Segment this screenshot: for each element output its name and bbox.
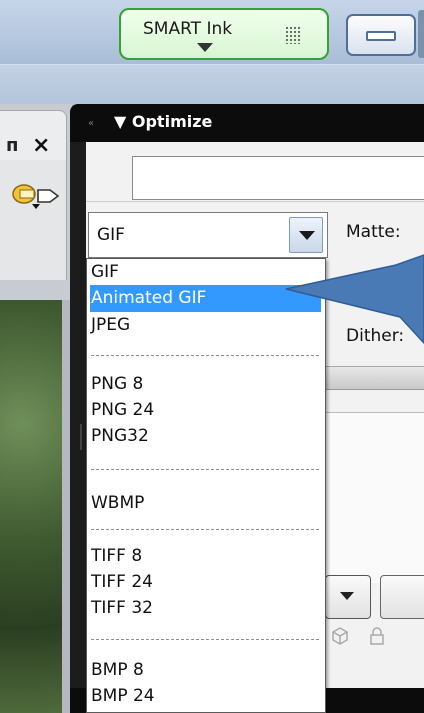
callout-arrow (285, 254, 424, 345)
bottom-select-button[interactable] (325, 575, 371, 619)
pen-icon[interactable] (10, 182, 64, 210)
grip-icon[interactable] (285, 26, 301, 44)
chevron-down-icon (197, 43, 213, 52)
format-select-value: GIF (97, 225, 125, 245)
matte-label: Matte: (346, 222, 401, 242)
minimize-icon (366, 31, 396, 41)
lock-icon[interactable] (368, 626, 386, 646)
document-tab[interactable]: п × (0, 110, 67, 162)
dropdown-option[interactable]: TIFF 8 (90, 543, 321, 570)
preset-field[interactable] (132, 156, 424, 200)
dropdown-option[interactable]: PNG 8 (90, 371, 321, 398)
dropdown-option[interactable]: WBMP (90, 490, 321, 517)
bottom-button[interactable] (380, 575, 424, 619)
chevron-down-icon (299, 231, 315, 240)
dropdown-option[interactable]: TIFF 24 (90, 569, 321, 596)
smart-ink-label: SMART Ink (143, 19, 233, 39)
panel-title: ▼ Optimize (114, 112, 213, 131)
dropdown-option[interactable]: BMP 24 (90, 683, 321, 710)
collapse-icon[interactable]: « (88, 118, 94, 129)
cube-icon[interactable] (330, 626, 350, 646)
chevron-down-icon (340, 592, 354, 600)
divider (86, 201, 424, 202)
dropdown-option[interactable]: PNG 24 (90, 397, 321, 424)
dropdown-option[interactable]: BMP 8 (90, 657, 321, 684)
dropdown-separator (91, 639, 319, 640)
dropdown-option[interactable]: PNG32 (90, 423, 321, 450)
smart-ink-button[interactable]: SMART Ink (119, 8, 329, 60)
tab-label: п (6, 135, 19, 156)
dropdown-separator (91, 469, 319, 470)
tool-strip (0, 160, 67, 280)
optimize-panel-header[interactable]: « ▼ Optimize (70, 104, 424, 142)
minimize-button[interactable] (346, 14, 416, 56)
dropdown-separator (91, 529, 319, 530)
dropdown-separator (91, 355, 319, 356)
window-control-edge[interactable] (418, 10, 424, 58)
secondary-toolbar (0, 64, 424, 105)
dropdown-option[interactable]: TIFF 32 (90, 595, 321, 622)
close-icon[interactable]: × (32, 133, 50, 158)
